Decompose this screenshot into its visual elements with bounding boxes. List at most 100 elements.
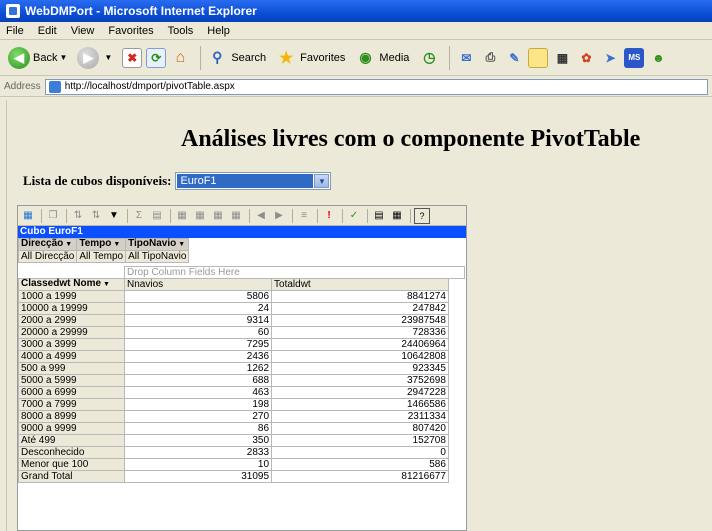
filter-value-direccao: All Direcção <box>18 250 78 263</box>
row-field-header[interactable]: Classedwt Nome ▼ <box>18 278 125 291</box>
help-icon[interactable]: ? <box>414 207 430 224</box>
filter-field-label: Direcção <box>21 238 64 249</box>
export-excel-icon[interactable]: ✓ <box>346 208 362 224</box>
drop-column-zone[interactable]: Drop Column Fields Here <box>124 266 465 279</box>
row-label-cell[interactable]: 4000 a 4999 <box>18 350 125 363</box>
calculated-field-icon[interactable]: ▦ <box>174 208 190 224</box>
nnavios-cell: 24 <box>123 302 273 315</box>
menu-help[interactable]: Help <box>207 25 230 37</box>
totaldwt-cell: 247842 <box>271 302 449 315</box>
row-label-cell[interactable]: 2000 a 2999 <box>18 314 125 327</box>
pivot-rows: 1000 a 1999 5806 8841274 10000 a 19999 24 247… <box>18 290 465 483</box>
copy-icon[interactable]: ❐ <box>45 208 61 224</box>
expand-icon[interactable]: ▦ <box>192 208 208 224</box>
row-label-cell[interactable]: 500 a 999 <box>18 362 125 375</box>
menu-tools[interactable]: Tools <box>168 25 194 37</box>
back-dropdown-icon[interactable]: ▼ <box>59 53 67 62</box>
favorites-star-icon: ★ <box>279 49 294 67</box>
users-icon[interactable]: ☻ <box>648 48 668 68</box>
edit-icon[interactable]: ✎ <box>504 48 524 68</box>
dropdown-arrow-icon[interactable]: ▼ <box>178 241 185 248</box>
row-field-label: Classedwt Nome <box>21 278 102 289</box>
move-right-icon[interactable]: ▶ <box>271 208 287 224</box>
data-field-totaldwt[interactable]: Totaldwt <box>271 278 449 291</box>
media-label: Media <box>379 51 410 64</box>
back-button[interactable]: ◀ Back ▼ <box>8 46 67 69</box>
discuss-icon[interactable] <box>528 47 549 68</box>
menu-file[interactable]: File <box>6 25 24 37</box>
menu-favorites[interactable]: Favorites <box>108 25 153 37</box>
row-label-cell[interactable]: 20000 a 29999 <box>18 326 125 339</box>
dropdown-arrow-icon[interactable]: ▼ <box>103 281 110 288</box>
media-icon: ◉ <box>359 49 372 65</box>
row-label-cell[interactable]: 5000 a 5999 <box>18 374 125 387</box>
totaldwt-cell: 1466586 <box>271 398 449 411</box>
stop-icon[interactable]: ✖ <box>122 47 143 68</box>
menu-view[interactable]: View <box>71 25 95 37</box>
row-label-cell[interactable]: 8000 a 8999 <box>18 410 125 423</box>
browser-toolbar: ◀ Back ▼ ▶ ▼ ✖ ⟳ ⌂ ⚲ Search ★ Favorites … <box>0 40 712 76</box>
filter-field-tempo[interactable]: Tempo ▼ <box>76 238 127 251</box>
mail-icon[interactable]: ✉ <box>456 48 476 68</box>
row-label-cell[interactable]: Até 499 <box>18 434 125 447</box>
data-field-nnavios[interactable]: Nnavios <box>123 278 273 291</box>
refresh-data-icon[interactable]: ! <box>321 208 337 224</box>
row-label-cell[interactable]: 7000 a 7999 <box>18 398 125 411</box>
office-logo-icon[interactable]: ▦ <box>20 208 36 224</box>
sort-ascending-icon[interactable]: ⇅ <box>70 208 86 224</box>
table-row: 4000 a 4999 2436 10642808 <box>18 350 465 363</box>
move-left-icon[interactable]: ◀ <box>253 208 269 224</box>
address-bar: Address http://localhost/dmport/pivotTab… <box>0 77 712 97</box>
forward-dropdown-icon[interactable]: ▼ <box>104 53 112 62</box>
cube-selector-row: Lista de cubos disponíveis: EuroF1 ▼ <box>23 172 332 190</box>
collapse-icon[interactable]: ▦ <box>210 208 226 224</box>
print-icon[interactable]: ⎙ <box>480 48 500 68</box>
ms-icon[interactable]: MS <box>624 47 645 68</box>
nnavios-cell: 7295 <box>123 338 273 351</box>
media-button[interactable]: ◉ Media <box>355 48 409 68</box>
filter-field-tiponavio[interactable]: TipoNavio ▼ <box>125 238 190 251</box>
address-input[interactable]: http://localhost/dmport/pivotTable.aspx <box>44 78 708 95</box>
totaldwt-cell: 8841274 <box>271 290 449 303</box>
row-label-cell[interactable]: 3000 a 3999 <box>18 338 125 351</box>
properties-icon[interactable]: ▦ <box>389 208 405 224</box>
row-label-cell[interactable]: 9000 a 9999 <box>18 422 125 435</box>
sort-descending-icon[interactable]: ⇅ <box>88 208 104 224</box>
pivot-toolbar-separator <box>249 208 250 223</box>
row-label-cell[interactable]: 10000 a 19999 <box>18 302 125 315</box>
totaldwt-cell: 23987548 <box>271 314 449 327</box>
research-icon[interactable]: ✿ <box>576 48 596 68</box>
favorites-button[interactable]: ★ Favorites <box>276 48 345 68</box>
dropdown-arrow-icon[interactable]: ▼ <box>113 241 120 248</box>
filter-value-tiponavio: All TipoNavio <box>125 250 190 263</box>
row-label-cell[interactable]: 1000 a 1999 <box>18 290 125 303</box>
translate-icon[interactable]: ➤ <box>600 48 620 68</box>
row-label-cell[interactable]: Desconhecido <box>18 446 125 459</box>
pivot-toolbar-separator <box>41 208 42 223</box>
filter-icon[interactable]: ≡ <box>296 208 312 224</box>
hide-details-icon[interactable]: ▦ <box>228 208 244 224</box>
pivot-toolbar-separator <box>342 208 343 223</box>
table-row: 6000 a 6999 463 2947228 <box>18 386 465 399</box>
messenger-icon[interactable]: ▦ <box>552 48 572 68</box>
row-label-cell[interactable]: Grand Total <box>18 470 125 483</box>
dropdown-arrow-icon[interactable]: ▼ <box>65 241 72 248</box>
autosum-icon[interactable]: Σ <box>131 208 147 224</box>
nnavios-cell: 9314 <box>123 314 273 327</box>
row-label-cell[interactable]: Menor que 100 <box>18 458 125 471</box>
nnavios-cell: 60 <box>123 326 273 339</box>
autofilter-icon[interactable]: ▼ <box>106 208 122 224</box>
menu-edit[interactable]: Edit <box>38 25 57 37</box>
forward-button[interactable]: ▶ ▼ <box>77 46 112 69</box>
cube-select[interactable]: EuroF1 ▼ <box>175 172 332 190</box>
refresh-icon[interactable]: ⟳ <box>146 47 167 68</box>
filter-field-direccao[interactable]: Direcção ▼ <box>18 238 78 251</box>
table-row: 9000 a 9999 86 807420 <box>18 422 465 435</box>
home-icon[interactable]: ⌂ <box>170 48 190 68</box>
field-list-icon[interactable]: ▤ <box>371 208 387 224</box>
row-label-cell[interactable]: 6000 a 6999 <box>18 386 125 399</box>
chevron-down-icon[interactable]: ▼ <box>314 174 330 188</box>
subtotal-icon[interactable]: ▤ <box>149 208 165 224</box>
search-button[interactable]: ⚲ Search <box>207 48 266 68</box>
history-icon[interactable]: ◷ <box>419 48 439 68</box>
